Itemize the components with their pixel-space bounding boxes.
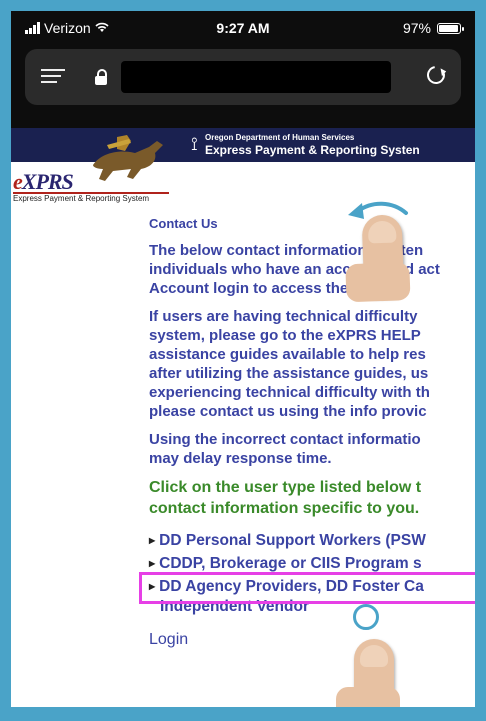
menu-icon[interactable] [41,69,65,85]
text-line: may delay response time. [149,450,332,467]
text-line: please contact us using the info provic [149,403,427,420]
text-line: The below contact information is inten [149,242,424,259]
battery-percent: 97% [402,20,431,36]
instruction-text: Click on the user type listed below t co… [149,477,475,519]
tap-hand-icon [336,639,400,707]
text-line: Click on the user type listed below t [149,479,422,496]
text-line: If users are having technical difficulty [149,308,418,325]
screenshot-frame: Verizon 9:27 AM 97% ⟟ Oregon Department … [0,0,486,721]
status-right: 97% [402,20,464,36]
system-title: Express Payment & Reporting Systen [205,143,420,157]
browser-toolbar [25,49,461,105]
link-label[interactable]: DD Personal Support Workers (PSW [159,532,426,549]
text-line: experiencing technical difficulty with t… [149,384,430,401]
phone-chrome: Verizon 9:27 AM 97% [11,11,475,128]
tap-indicator-icon [353,604,379,630]
logo-subtitle: Express Payment & Reporting System [13,194,150,203]
text-line: after utilizing the assistance guides, u… [149,365,429,382]
link-label[interactable]: CDDP, Brokerage or CIIS Program s [159,555,421,572]
text-line: system, please go to the eXPRS HELP [149,327,421,344]
text-line: contact information specific to you. [149,500,420,517]
text-line: Using the incorrect contact informatio [149,431,421,448]
bullet-icon: ▶ [149,536,156,545]
oregon-mark-icon: ⟟ [191,134,198,154]
reload-icon[interactable] [423,62,449,88]
login-link[interactable]: Login [149,631,475,649]
swipe-hand-icon [361,214,405,298]
horse-rider-icon [93,135,163,181]
battery-icon [437,22,464,34]
text-line: assistance guides available to help res [149,346,426,363]
link-dd-personal-support-workers[interactable]: ▶ DD Personal Support Workers (PSW [149,531,475,551]
warning-paragraph: Using the incorrect contact informatio m… [149,430,475,468]
intro-paragraph: The below contact information is inten i… [149,241,475,298]
highlight-box [139,572,475,604]
text-line: Account login to access the system. [149,280,409,297]
lock-icon [95,69,107,85]
battery-fill [439,24,458,32]
text-line: individuals who have an account and act [149,261,440,278]
url-field[interactable] [121,61,391,93]
page-heading: Contact Us [149,216,218,231]
agency-name: Oregon Department of Human Services [205,133,355,142]
exprs-logo[interactable]: eXPRS Express Payment & Reporting System [11,129,181,209]
technical-paragraph: If users are having technical difficulty… [149,307,475,421]
